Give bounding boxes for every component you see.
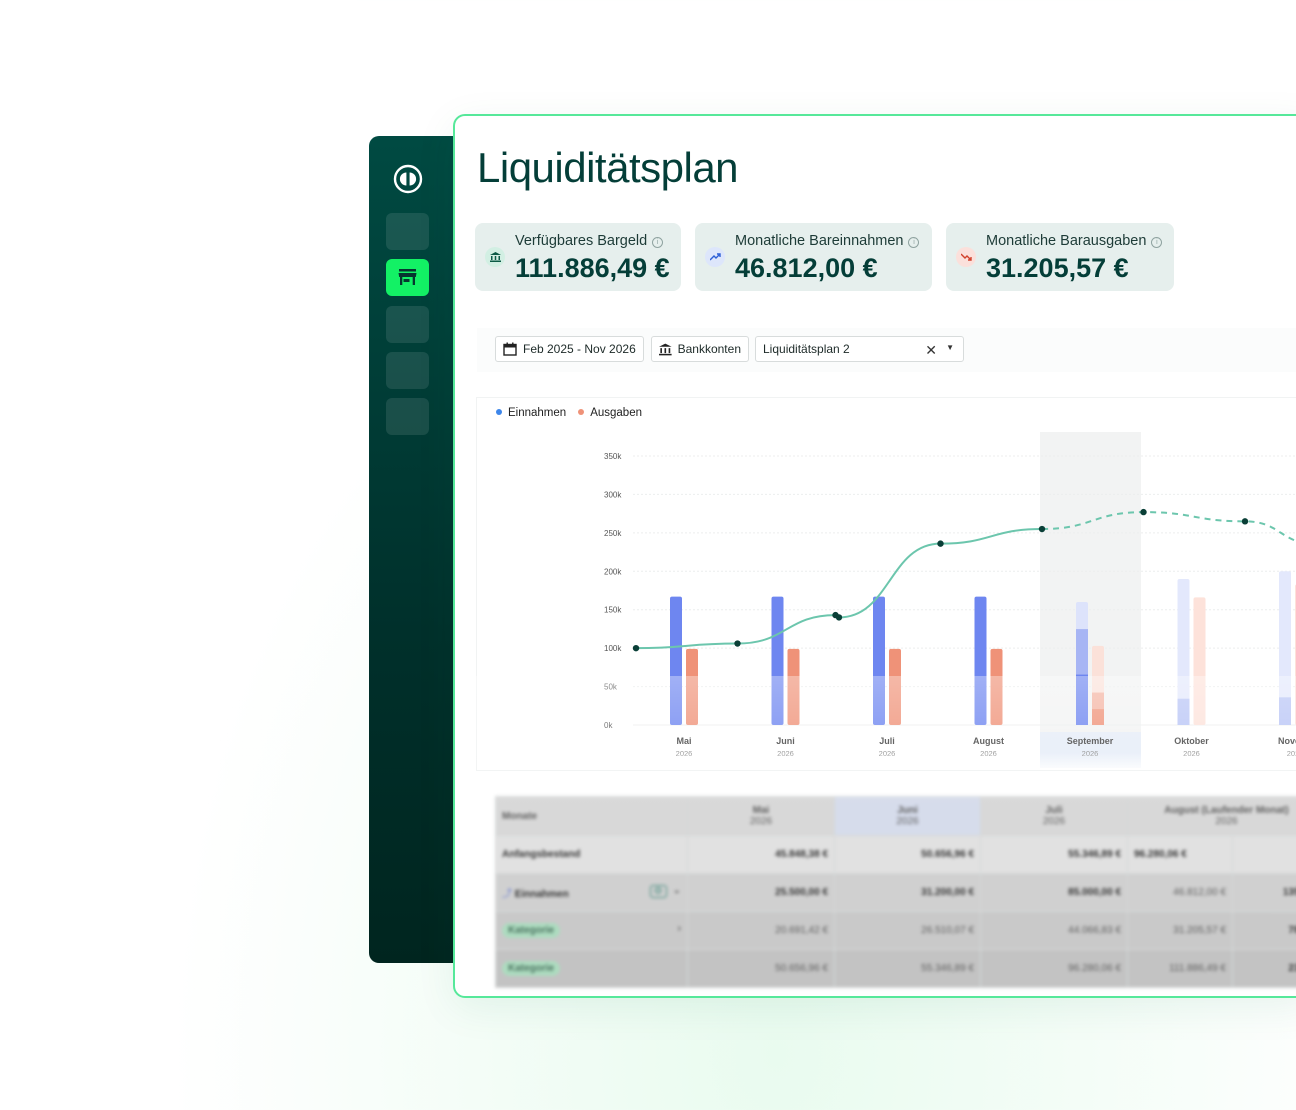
kpi-label: Verfügbares Bargeld: [515, 233, 648, 249]
balance-point: [1241, 518, 1249, 525]
bar-income: [771, 596, 784, 725]
x-tick-label: Novem: [1278, 736, 1296, 746]
bank-icon: [659, 343, 672, 355]
y-tick-label: 350k: [604, 452, 622, 461]
kpi-value: 31.205,57 €: [986, 253, 1129, 283]
plan-select-value: Liquiditätsplan 2: [763, 342, 850, 356]
add-category-icon[interactable]: ⌄: [673, 885, 681, 896]
balance-point: [734, 640, 741, 647]
category-tag[interactable]: Kategorie: [502, 923, 561, 938]
store-icon: [398, 269, 417, 285]
balance-point: [1038, 525, 1046, 533]
kpi-card-expenses: Monatliche Barausgaben i 31.205,57 €: [946, 223, 1174, 291]
bar-expense: [990, 648, 1003, 725]
y-tick-label: 250k: [604, 529, 622, 538]
row-label: Anfangsbestand: [495, 835, 688, 874]
info-icon[interactable]: i: [1151, 237, 1163, 248]
y-tick-label: 150k: [604, 606, 622, 615]
y-tick-label: 50k: [604, 683, 618, 692]
x-tick-label: Oktober: [1174, 736, 1209, 746]
bar-expense-actual: [1092, 709, 1104, 725]
bar-income-partial: [1177, 698, 1190, 725]
info-icon[interactable]: i: [652, 237, 664, 248]
column-header[interactable]: Juli 2026: [980, 796, 1128, 836]
app-logo[interactable]: [393, 164, 423, 194]
bank-icon: [485, 247, 505, 267]
row-label-cell[interactable]: ⤴ Einnahmen ⌄ ⚙: [495, 873, 688, 912]
table-header-row: Monate Mai 2026 Juni 2026 Juli 2026 August …: [495, 796, 1296, 836]
kpi-value: 46.812,00 €: [735, 253, 878, 283]
kpi-card-income: Monatliche Bareinnahmen i 46.812,00 €: [695, 223, 932, 291]
sidebar-item-store[interactable]: [386, 259, 429, 296]
bar-income: [670, 596, 682, 725]
column-header[interactable]: August (Laufender Monat) 2026: [1127, 796, 1296, 836]
sidebar-item-5[interactable]: [386, 398, 429, 435]
balance-point: [1140, 508, 1147, 516]
x-tick-label: August: [973, 736, 1004, 746]
column-header: Monate: [495, 796, 688, 836]
bar-expense: [787, 648, 800, 725]
column-header[interactable]: Mai 2026: [687, 796, 835, 836]
cashflow-chart: Einnahmen Ausgaben 0k 50k 100k 150k 200k 250k…: [477, 398, 1296, 770]
chart-plot: 0k50k100k150k200k250k300k350kMai2026Juni…: [604, 432, 1296, 768]
bank-accounts-button[interactable]: Bankkonten: [651, 336, 749, 362]
y-tick-label: 300k: [604, 490, 622, 499]
kpi-value: 111.886,49 €: [515, 253, 670, 283]
balance-point: [835, 614, 843, 621]
trend-up-icon: [705, 247, 725, 267]
bar-income-partial: [1279, 697, 1291, 725]
x-tick-label: Juni: [776, 736, 795, 746]
x-tick-label: Mai: [676, 736, 691, 746]
bank-accounts-label: Bankkonten: [677, 342, 741, 356]
y-tick-label: 100k: [604, 644, 622, 653]
filter-toolbar: Feb 2025 - Nov 2026 Bankkonten Liquiditä…: [477, 328, 1296, 372]
y-tick-label: 0k: [604, 721, 613, 730]
x-tick-label: Juli: [879, 736, 895, 746]
balance-point: [937, 540, 944, 547]
table-row[interactable]: ⤴ Einnahmen ⌄ ⚙ 25.500,00 € 31.200,00 € …: [495, 873, 1296, 912]
kpi-label: Monatliche Barausgaben: [986, 233, 1147, 249]
table-row: Anfangsbestand 45.848,38 € 50.656,96 € 5…: [495, 835, 1296, 874]
kpi-label: Monatliche Bareinnahmen: [735, 233, 904, 249]
bar-expense-forecast: [1193, 597, 1206, 725]
bar-income: [974, 596, 987, 725]
x-tick-label: September: [1067, 736, 1114, 746]
plan-select[interactable]: Liquiditätsplan 2 ✕ ▼: [755, 336, 964, 362]
trend-down-icon: [956, 247, 976, 267]
page-title: Liquiditätsplan: [477, 144, 739, 191]
clear-icon[interactable]: ✕: [925, 342, 937, 359]
liquidity-table: Monate Mai 2026 Juni 2026 Juli 2026 August …: [495, 796, 1296, 996]
kpi-card-cash: Verfügbares Bargeld i 111.886,49 €: [475, 223, 681, 291]
date-range-button[interactable]: Feb 2025 - Nov 2026: [495, 336, 644, 362]
sidebar-item-1[interactable]: [386, 213, 429, 250]
category-tag[interactable]: Kategorie: [502, 961, 561, 976]
table-row[interactable]: Kategorie 50.656,96 € 55.346,89 € 96.280…: [495, 949, 1296, 988]
main-panel: Liquiditätsplan Verfügbares Bargeld i 111…: [453, 114, 1296, 998]
caret-down-icon[interactable]: ▼: [946, 343, 954, 352]
bar-income-actual: [1076, 674, 1088, 725]
calendar-icon: [503, 342, 517, 356]
table-row[interactable]: Kategorie › 20.691,42 € 26.510,07 € 44.06…: [495, 911, 1296, 950]
bar-income: [873, 596, 885, 725]
info-icon[interactable]: i: [908, 237, 920, 248]
column-header[interactable]: Juni 2026: [834, 796, 981, 836]
y-tick-label: 200k: [604, 567, 622, 576]
sidebar-item-3[interactable]: [386, 306, 429, 343]
trend-up-icon: ⤴: [502, 889, 512, 900]
date-range-label: Feb 2025 - Nov 2026: [523, 342, 636, 356]
bar-expense: [889, 648, 901, 725]
balance-point: [632, 644, 640, 652]
bar-expense: [686, 648, 698, 725]
sidebar-item-4[interactable]: [386, 352, 429, 389]
chevron-right-icon[interactable]: ›: [678, 923, 681, 934]
settings-icon[interactable]: ⚙: [649, 885, 667, 898]
